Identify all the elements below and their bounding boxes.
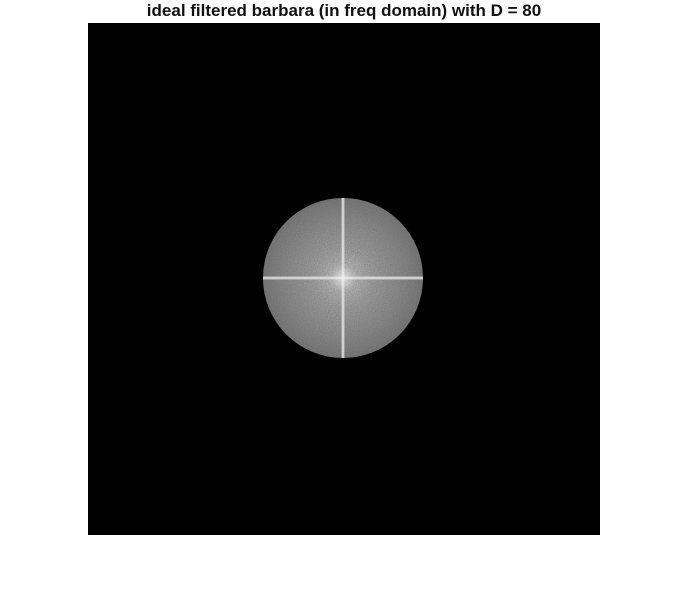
filtered-spectrum-disk — [263, 198, 423, 358]
figure: ideal filtered barbara (in freq domain) … — [0, 0, 688, 602]
frequency-spectrum-image — [88, 23, 600, 535]
figure-title: ideal filtered barbara (in freq domain) … — [146, 1, 542, 20]
spectrum-texture — [263, 198, 423, 358]
